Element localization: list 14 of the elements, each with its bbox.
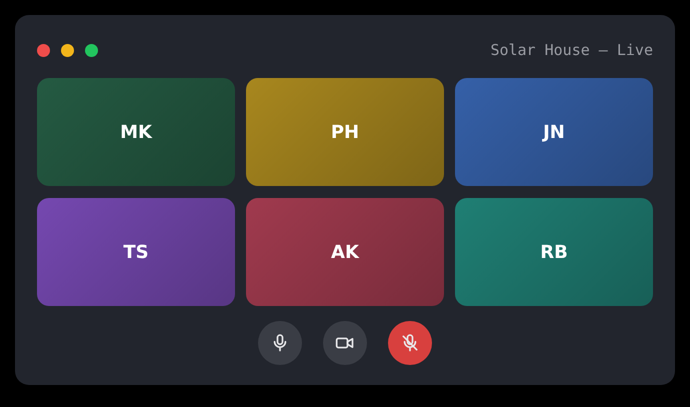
- window-title: Solar House – Live: [490, 41, 653, 59]
- participant-initials: AK: [331, 242, 359, 262]
- participant-initials: MK: [120, 122, 152, 142]
- maximize-icon[interactable]: [85, 44, 98, 56]
- microphone-off-icon: [400, 333, 420, 353]
- mute-button[interactable]: [388, 321, 432, 365]
- participant-initials: TS: [123, 242, 149, 262]
- participant-initials: RB: [540, 242, 568, 262]
- minimize-icon[interactable]: [61, 44, 74, 56]
- close-icon[interactable]: [37, 44, 50, 56]
- microphone-button[interactable]: [258, 321, 302, 365]
- participant-initials: JN: [543, 122, 565, 142]
- participant-initials: PH: [330, 122, 360, 142]
- camera-button[interactable]: [323, 321, 367, 365]
